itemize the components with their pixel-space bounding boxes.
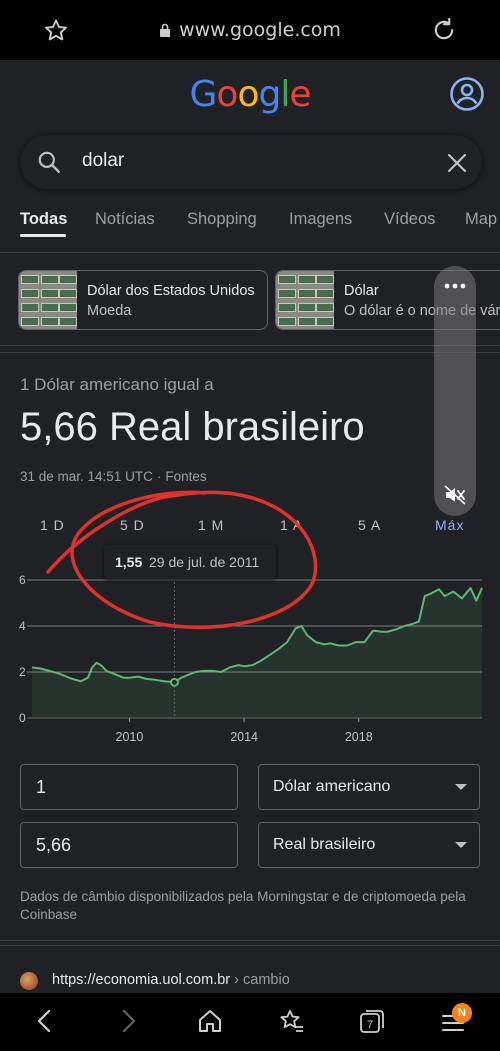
bookmarks-icon[interactable] bbox=[277, 1007, 305, 1035]
url-text: www.google.com bbox=[179, 19, 341, 41]
svg-text:7: 7 bbox=[367, 1019, 373, 1031]
chevron-down-icon bbox=[455, 784, 467, 790]
logo-letter: o bbox=[237, 74, 259, 115]
divider bbox=[0, 945, 500, 946]
logo-letter: g bbox=[258, 74, 281, 115]
data-disclaimer: Dados de câmbio disponibilizados pela Mo… bbox=[20, 889, 466, 922]
entity-chip-dolar-eua[interactable]: Dólar dos Estados Unidos Moeda bbox=[18, 270, 268, 330]
amount-from-field[interactable]: 1 bbox=[20, 764, 238, 810]
chevron-down-icon bbox=[455, 842, 467, 848]
range-5a[interactable]: 5 A bbox=[358, 517, 381, 533]
google-logo[interactable]: Google bbox=[0, 74, 500, 115]
y-tick-label: 2 bbox=[19, 665, 26, 679]
search-tabs: Todas Notícias Shopping Imagens Vídeos M… bbox=[0, 200, 500, 244]
x-tick-label: 2014 bbox=[230, 730, 258, 744]
y-tick-label: 6 bbox=[19, 573, 26, 587]
entity-chip-title: Dólar bbox=[344, 283, 379, 299]
y-tick-label: 0 bbox=[19, 711, 26, 725]
browser-address-bar: www.google.com bbox=[0, 0, 500, 60]
conversion-timestamp: 31 de mar. 14:51 UTC · Fontes bbox=[20, 469, 207, 484]
divider bbox=[0, 940, 500, 941]
url-field[interactable]: www.google.com bbox=[0, 19, 500, 41]
notification-badge: N bbox=[452, 1003, 472, 1023]
account-icon[interactable] bbox=[449, 76, 485, 112]
logo-letter: G bbox=[189, 74, 218, 115]
active-tab-indicator bbox=[20, 234, 66, 237]
back-icon[interactable] bbox=[34, 1008, 56, 1034]
currency-from-select[interactable]: Dólar americano bbox=[258, 764, 480, 810]
entity-chip-subtitle: O dólar é o nome de várias moedas bbox=[344, 303, 500, 319]
tab-noticias[interactable]: Notícias bbox=[95, 210, 155, 229]
conversion-result: 5,66 Real brasileiro bbox=[20, 405, 365, 449]
x-tick-label: 2018 bbox=[345, 730, 373, 744]
clear-search-icon[interactable] bbox=[446, 152, 468, 174]
floating-video-controls[interactable] bbox=[434, 266, 476, 516]
divider bbox=[0, 345, 500, 346]
conversion-label: 1 Dólar americano igual a bbox=[20, 375, 214, 394]
timestamp-text: 31 de mar. 14:51 UTC bbox=[20, 469, 153, 484]
tabs-icon[interactable]: 7 bbox=[358, 1008, 386, 1036]
result-url[interactable]: https://economia.uol.com.br › cambio bbox=[52, 972, 290, 988]
reload-icon[interactable] bbox=[430, 16, 458, 44]
divider bbox=[0, 352, 500, 353]
search-box[interactable]: dolar bbox=[20, 135, 482, 189]
tab-shopping[interactable]: Shopping bbox=[187, 210, 257, 229]
mute-icon[interactable] bbox=[443, 484, 467, 506]
x-tick-label: 2010 bbox=[116, 730, 144, 744]
tab-videos[interactable]: Vídeos bbox=[384, 210, 435, 229]
search-input[interactable]: dolar bbox=[82, 150, 124, 172]
amount-from-value: 1 bbox=[36, 777, 47, 797]
sources-link[interactable]: Fontes bbox=[165, 469, 206, 484]
browser-bottom-nav: 7 bbox=[0, 993, 500, 1051]
entity-chip-subtitle: Moeda bbox=[87, 303, 132, 319]
forward-icon[interactable] bbox=[117, 1008, 139, 1034]
home-icon[interactable] bbox=[197, 1008, 223, 1034]
red-circle-annotation bbox=[46, 490, 318, 629]
banknote-thumbnail bbox=[19, 271, 77, 329]
site-favicon bbox=[20, 972, 38, 990]
tab-imagens[interactable]: Imagens bbox=[289, 210, 352, 229]
search-icon[interactable] bbox=[36, 149, 62, 175]
currency-from-value: Dólar americano bbox=[273, 778, 391, 795]
logo-letter: e bbox=[289, 74, 311, 115]
tab-todas[interactable]: Todas bbox=[20, 210, 67, 229]
divider bbox=[0, 252, 500, 253]
y-tick-label: 4 bbox=[19, 619, 26, 633]
banknote-thumbnail bbox=[276, 271, 334, 329]
currency-to-value: Real brasileiro bbox=[273, 836, 376, 853]
tab-maps[interactable]: Map bbox=[465, 210, 497, 229]
lock-icon bbox=[160, 23, 171, 37]
amount-to-field[interactable]: 5,66 bbox=[20, 822, 238, 868]
range-max[interactable]: Máx bbox=[435, 517, 464, 533]
hover-point bbox=[169, 677, 179, 687]
currency-to-select[interactable]: Real brasileiro bbox=[258, 822, 480, 868]
entity-chip-title: Dólar dos Estados Unidos bbox=[87, 283, 255, 299]
amount-to-value: 5,66 bbox=[36, 835, 72, 855]
logo-letter: o bbox=[216, 74, 238, 115]
more-options-icon[interactable] bbox=[443, 282, 467, 290]
logo-letter: l bbox=[280, 74, 290, 115]
